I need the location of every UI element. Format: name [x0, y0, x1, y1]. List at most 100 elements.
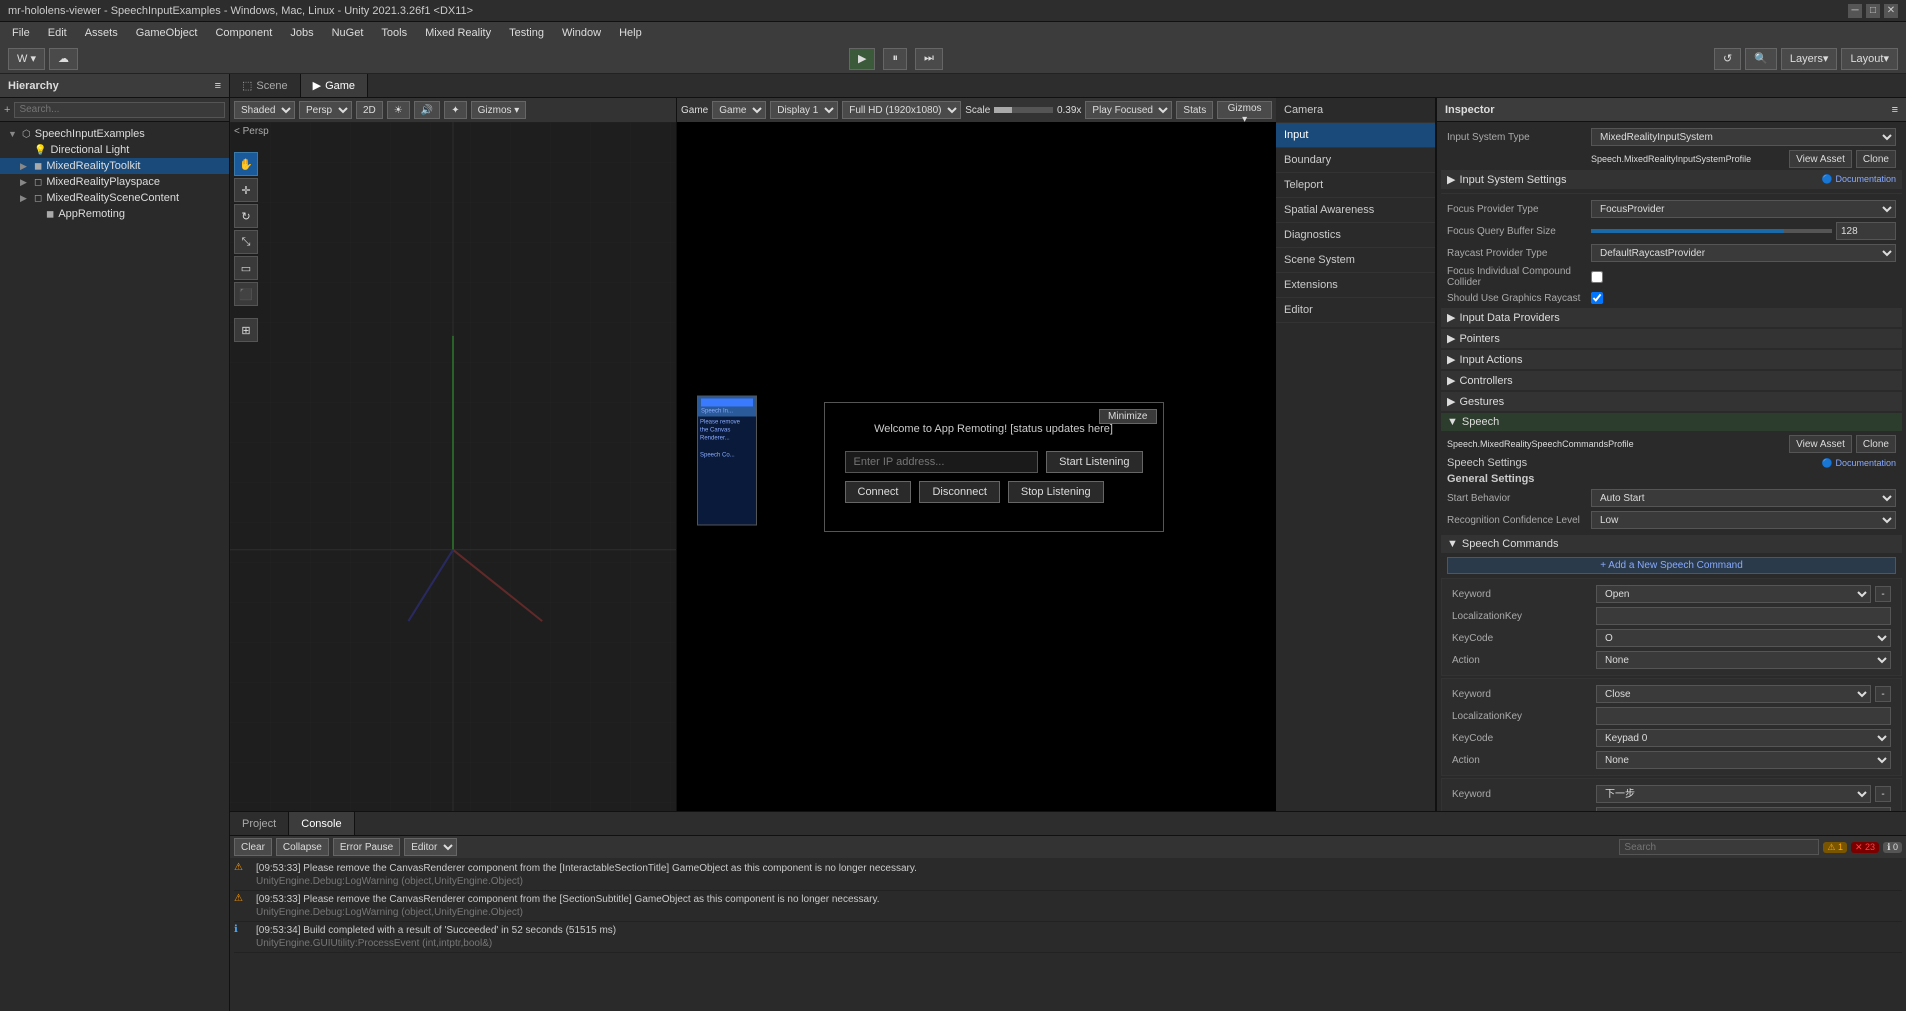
hierarchy-item-speechinputexamples[interactable]: ▼ ⬡ SpeechInputExamples: [0, 126, 229, 142]
speech-doc-link[interactable]: 🔵 Documentation: [1822, 458, 1896, 469]
persp-dropdown[interactable]: Persp: [299, 101, 352, 119]
focus-provider-dropdown[interactable]: FocusProvider: [1591, 200, 1896, 218]
input-system-type-dropdown[interactable]: MixedRealityInputSystem: [1591, 128, 1896, 146]
gizmos-button[interactable]: Gizmos ▾: [1217, 101, 1272, 119]
menu-item-assets[interactable]: Assets: [77, 25, 126, 41]
menu-item-mixed-reality[interactable]: Mixed Reality: [417, 25, 499, 41]
clone-profile-button[interactable]: Clone: [1856, 150, 1896, 168]
minimize-button[interactable]: ─: [1848, 4, 1862, 18]
input-actions-header[interactable]: ▶ Input Actions: [1441, 350, 1902, 369]
keyword-next-dropdown[interactable]: 下一步: [1596, 785, 1871, 803]
view-asset-button[interactable]: View Asset: [1789, 150, 1852, 168]
keycode-open-dropdown[interactable]: O: [1596, 629, 1891, 647]
speech-clone-button[interactable]: Clone: [1856, 435, 1896, 453]
step-button[interactable]: ⏭: [915, 48, 943, 70]
config-camera[interactable]: Camera: [1276, 98, 1435, 123]
scene-fx-button[interactable]: ✦: [444, 101, 466, 119]
start-listening-button[interactable]: Start Listening: [1046, 451, 1142, 473]
layout-button[interactable]: Layout ▾: [1841, 48, 1898, 70]
raycast-dropdown[interactable]: DefaultRaycastProvider: [1591, 244, 1896, 262]
hierarchy-item-directional-light[interactable]: 💡 Directional Light: [0, 142, 229, 158]
dialog-minimize-button[interactable]: Minimize: [1099, 409, 1156, 424]
menu-item-jobs[interactable]: Jobs: [282, 25, 321, 41]
console-row[interactable]: ⚠ [09:53:33] Please remove the CanvasRen…: [234, 860, 1902, 891]
config-boundary[interactable]: Boundary: [1276, 148, 1435, 173]
keycode-close-dropdown[interactable]: Keypad 0: [1596, 729, 1891, 747]
inspector-menu-icon[interactable]: ≡: [1892, 104, 1898, 116]
console-row[interactable]: ⚠ [09:53:33] Please remove the CanvasRen…: [234, 891, 1902, 922]
keyword-next-remove[interactable]: -: [1875, 786, 1891, 802]
pointers-header[interactable]: ▶ Pointers: [1441, 329, 1902, 348]
hierarchy-item-appremoting[interactable]: ◼ AppRemoting: [0, 206, 229, 222]
error-pause-button[interactable]: Error Pause: [333, 838, 400, 856]
collapse-button[interactable]: Collapse: [276, 838, 329, 856]
disconnect-button[interactable]: Disconnect: [919, 481, 999, 503]
doc-link[interactable]: 🔵 Documentation: [1822, 174, 1896, 185]
config-diagnostics[interactable]: Diagnostics: [1276, 223, 1435, 248]
compound-collider-checkbox[interactable]: [1591, 271, 1603, 283]
menu-item-nuget[interactable]: NuGet: [324, 25, 372, 41]
search-toolbar-button[interactable]: 🔍: [1745, 48, 1777, 70]
add-speech-command-button[interactable]: + Add a New Speech Command: [1447, 557, 1896, 574]
focus-query-input[interactable]: [1836, 222, 1896, 240]
speech-view-asset-button[interactable]: View Asset: [1789, 435, 1852, 453]
play-button[interactable]: ▶: [849, 48, 875, 70]
hierarchy-item-mixedrealityplayspace[interactable]: ▶ ◻ MixedRealityPlayspace: [0, 174, 229, 190]
action-close-dropdown[interactable]: None: [1596, 751, 1891, 769]
input-data-providers-header[interactable]: ▶ Input Data Providers: [1441, 308, 1902, 327]
tool-transform[interactable]: ⬛: [234, 282, 258, 306]
action-open-dropdown[interactable]: None: [1596, 651, 1891, 669]
config-input[interactable]: Input: [1276, 123, 1435, 148]
tool-extra1[interactable]: ⊞: [234, 318, 258, 342]
tab-project[interactable]: Project: [230, 812, 289, 835]
config-editor[interactable]: Editor: [1276, 298, 1435, 323]
config-scene-system[interactable]: Scene System: [1276, 248, 1435, 273]
controllers-header[interactable]: ▶ Controllers: [1441, 371, 1902, 390]
localization-open-input[interactable]: [1596, 607, 1891, 625]
ip-address-input[interactable]: [845, 451, 1039, 473]
graphics-raycast-checkbox[interactable]: [1591, 292, 1603, 304]
menu-item-gameobject[interactable]: GameObject: [128, 25, 206, 41]
start-behavior-dropdown[interactable]: Auto Start: [1591, 489, 1896, 507]
resolution-select[interactable]: Full HD (1920x1080): [842, 101, 961, 119]
history-button[interactable]: ↺: [1714, 48, 1741, 70]
tool-rect[interactable]: ▭: [234, 256, 258, 280]
tool-move[interactable]: ✛: [234, 178, 258, 202]
menu-item-testing[interactable]: Testing: [501, 25, 552, 41]
keyword-open-dropdown[interactable]: Open: [1596, 585, 1871, 603]
pause-button[interactable]: ⏸: [883, 48, 907, 70]
connect-button[interactable]: Connect: [845, 481, 912, 503]
stop-listening-button[interactable]: Stop Listening: [1008, 481, 1104, 503]
tab-console[interactable]: Console: [289, 812, 354, 835]
console-row[interactable]: ℹ [09:53:34] Build completed with a resu…: [234, 922, 1902, 953]
scene-gizmos-toggle[interactable]: Gizmos ▾: [471, 101, 527, 119]
input-settings-header[interactable]: ▶ Input System Settings 🔵 Documentation: [1441, 170, 1902, 189]
speech-commands-header[interactable]: ▼ Speech Commands: [1441, 535, 1902, 553]
menu-item-file[interactable]: File: [4, 25, 38, 41]
hierarchy-item-mixedrealitytoolkit[interactable]: ▶ ◼ MixedRealityToolkit: [0, 158, 229, 174]
tab-scene[interactable]: ⬚ Scene: [230, 74, 301, 97]
recognition-dropdown[interactable]: Low: [1591, 511, 1896, 529]
tool-hand[interactable]: ✋: [234, 152, 258, 176]
keyword-close-remove[interactable]: -: [1875, 686, 1891, 702]
config-extensions[interactable]: Extensions: [1276, 273, 1435, 298]
game-view-select[interactable]: Game: [712, 101, 766, 119]
tool-rotate[interactable]: ↻: [234, 204, 258, 228]
close-button[interactable]: ✕: [1884, 4, 1898, 18]
menu-item-window[interactable]: Window: [554, 25, 609, 41]
scene-2d-button[interactable]: 2D: [356, 101, 383, 119]
workspace-button[interactable]: W ▾: [8, 48, 45, 70]
config-teleport[interactable]: Teleport: [1276, 173, 1435, 198]
tool-scale[interactable]: ⤡: [234, 230, 258, 254]
scene-light-button[interactable]: ☀: [387, 101, 410, 119]
menu-item-edit[interactable]: Edit: [40, 25, 75, 41]
speech-section-header[interactable]: ▼ Speech: [1441, 413, 1902, 431]
hierarchy-add-icon[interactable]: +: [4, 104, 10, 116]
menu-item-component[interactable]: Component: [207, 25, 280, 41]
console-search-input[interactable]: [1619, 839, 1819, 855]
hierarchy-menu-icon[interactable]: ≡: [215, 80, 221, 92]
localization-close-input[interactable]: [1596, 707, 1891, 725]
keyword-open-remove[interactable]: -: [1875, 586, 1891, 602]
play-mode-select[interactable]: Play Focused: [1085, 101, 1172, 119]
cloud-button[interactable]: ☁: [49, 48, 78, 70]
